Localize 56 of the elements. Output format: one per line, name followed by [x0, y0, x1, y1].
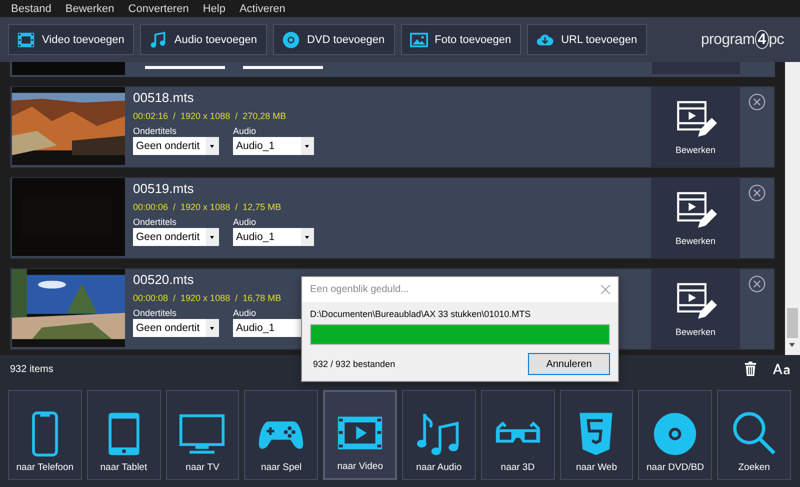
convert-target-button[interactable]: naar Audio — [402, 390, 476, 480]
add-button[interactable]: Video toevoegen — [8, 24, 134, 55]
add-button[interactable]: Audio toevoegen — [140, 24, 267, 55]
file-name: 00520.mts — [133, 271, 195, 288]
film-icon — [17, 30, 35, 48]
close-icon[interactable] — [748, 184, 766, 202]
menu-item[interactable]: Bewerken — [58, 2, 122, 16]
convert-target-button[interactable]: naar TV — [166, 390, 240, 480]
edit-button[interactable]: Bewerken — [651, 269, 740, 349]
convert-target-button[interactable]: naar Web — [560, 390, 634, 480]
progress-text: 932 / 932 bestanden — [313, 359, 396, 369]
convert-target-button[interactable]: naar Telefoon — [8, 390, 82, 480]
file-details: 00:00:06 / 1920 x 1088 / 12,75 MB — [133, 202, 282, 212]
file-name: 00518.mts — [133, 89, 195, 106]
close-icon[interactable] — [601, 285, 610, 294]
logo: program 4 pc — [700, 31, 784, 48]
subtitles-label: Ondertitels — [133, 217, 178, 228]
subtitles-label: Ondertitels — [133, 308, 178, 319]
audio-dropdown[interactable]: Audio_1 — [233, 137, 314, 155]
audio-label: Audio — [233, 217, 258, 228]
audio-dropdown[interactable]: Audio_1 — [233, 228, 314, 246]
menu-item[interactable]: Bestand — [4, 2, 58, 16]
convert-target-button[interactable]: naar Spel — [244, 390, 318, 480]
file-details: 00:00:08 / 1920 x 1088 / 16,78 MB — [133, 293, 282, 303]
music-note-icon — [149, 30, 168, 48]
add-button[interactable]: DVD toevoegen — [272, 24, 395, 55]
audio-label: Audio — [233, 126, 258, 137]
add-button[interactable]: URL toevoegen — [527, 24, 648, 55]
menu-item[interactable]: Activeren — [232, 2, 292, 16]
file-name: 00519.mts — [133, 180, 195, 197]
subtitles-dropdown[interactable]: Geen ondertit — [133, 319, 219, 337]
scrollbar[interactable] — [785, 62, 800, 355]
menu-item[interactable]: Converteren — [121, 2, 196, 16]
convert-target-button[interactable]: Zoeken — [717, 390, 791, 480]
convert-target-button[interactable]: naar 3D — [480, 390, 555, 480]
file-path: D:\Documenten\Bureaublad\AX 33 stukken\01010.MTS — [310, 309, 532, 319]
convert-target-button[interactable]: naar Tablet — [86, 390, 161, 480]
subtitles-dropdown[interactable]: Geen ondertit — [133, 137, 219, 155]
convert-target-button[interactable]: naar Video — [323, 390, 397, 480]
file-details: 00:02:16 / 1920 x 1088 / 270,28 MB — [133, 111, 288, 121]
close-icon[interactable] — [748, 93, 766, 111]
font-size-icon[interactable] — [773, 363, 790, 375]
image-icon — [410, 30, 428, 48]
edit-button[interactable]: Bewerken — [651, 178, 740, 258]
subtitles-dropdown[interactable]: Geen ondertit — [133, 228, 219, 246]
menu-item[interactable]: Help — [196, 2, 232, 16]
subtitles-label: Ondertitels — [133, 126, 178, 137]
trash-icon[interactable] — [744, 361, 757, 377]
cancel-button[interactable]: Annuleren — [528, 353, 610, 375]
add-button[interactable]: Foto toevoegen — [400, 24, 522, 55]
dialog-title: Een ogenblik geduld... — [310, 284, 409, 295]
edit-button[interactable]: Bewerken — [651, 87, 740, 167]
close-icon[interactable] — [748, 275, 766, 293]
convert-target-button[interactable]: naar DVD/BD — [638, 390, 712, 480]
item-count: 932 items — [10, 364, 54, 374]
disc-icon — [282, 30, 300, 48]
